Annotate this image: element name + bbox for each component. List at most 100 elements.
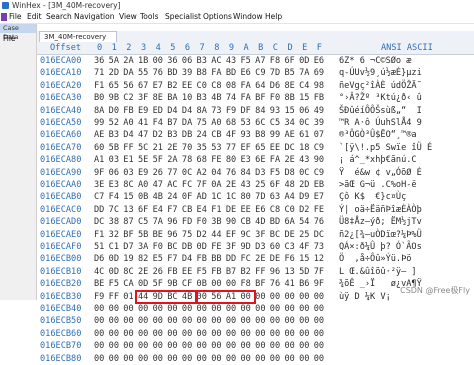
hex-row[interactable]: 016ECAD0 DC 38 87 C5 7A 96 FD F0 3B 90 CB 4D BD 6A 54 76… (37, 216, 474, 228)
hex-byte[interactable]: D3 (255, 167, 265, 179)
hex-byte[interactable]: 00 (255, 291, 265, 303)
row-ascii[interactable]: ®³ÔGÒ³Û$ËO“¸™®a (339, 129, 422, 141)
hex-byte[interactable]: 93 (270, 105, 280, 117)
hex-byte[interactable]: 7D (255, 191, 265, 203)
hex-byte[interactable]: 4C (94, 266, 104, 278)
hex-byte[interactable]: DF (241, 105, 251, 117)
hex-byte[interactable]: 00 (270, 353, 280, 365)
hex-byte[interactable]: 00 (138, 353, 148, 365)
hex-byte[interactable]: 2D (109, 67, 119, 79)
hex-byte[interactable]: F5 (241, 55, 251, 67)
row-ascii[interactable]: Ý| oä÷ËäñÞîæÈÀÒþ (339, 204, 422, 216)
hex-byte[interactable]: 0D (109, 266, 119, 278)
hex-byte[interactable]: 7F (197, 179, 207, 191)
hex-byte[interactable]: B3 (197, 92, 207, 104)
hex-byte[interactable]: 00 (197, 328, 207, 340)
hex-byte[interactable]: 7A (153, 216, 163, 228)
hex-byte[interactable]: FB (167, 266, 177, 278)
hex-byte[interactable]: E3 (109, 179, 119, 191)
hex-byte[interactable]: B3 (109, 129, 119, 141)
hex-byte[interactable]: 00 (211, 315, 221, 327)
hex-byte[interactable]: DB (182, 129, 192, 141)
hex-byte[interactable]: AC (211, 55, 221, 67)
hex-byte[interactable]: 76 (153, 67, 163, 79)
hex-row[interactable]: 016ECA40 8A D0 FB E9 ED D4 D4 8A 73 F9 DF 84 93 15 06 49… (37, 105, 474, 117)
hex-byte[interactable]: 00 (270, 303, 280, 315)
hex-byte[interactable]: C9 (314, 142, 324, 154)
hex-byte[interactable]: 84 (241, 167, 251, 179)
hex-byte[interactable]: BE (94, 278, 104, 290)
hex-byte[interactable]: 39 (314, 117, 324, 129)
hex-byte[interactable]: 53 (211, 142, 221, 154)
hex-byte[interactable]: 99 (94, 117, 104, 129)
hex-row[interactable]: 016ECB70 00 00 00 00 00 00 00 00 00 00 00 00 00 00 00 00 (37, 340, 474, 352)
hex-byte[interactable]: 2E (138, 266, 148, 278)
hex-byte[interactable]: FF (255, 266, 265, 278)
hex-byte[interactable]: 00 (182, 303, 192, 315)
hex-byte[interactable]: C5 (270, 117, 280, 129)
hex-byte[interactable]: DC (284, 142, 294, 154)
hex-byte[interactable]: BF (123, 229, 133, 241)
hex-byte[interactable]: 10 (182, 92, 192, 104)
hex-byte[interactable]: 36 (94, 55, 104, 67)
hex-byte[interactable]: 00 (255, 315, 265, 327)
hex-byte[interactable]: 00 (197, 340, 207, 352)
hex-byte[interactable]: C9 (314, 167, 324, 179)
hex-byte[interactable]: 43 (241, 179, 251, 191)
row-ascii[interactable]: ¡ á^_*xhþ€ãnú.C (339, 154, 417, 166)
hex-byte[interactable]: 90 (314, 154, 324, 166)
hex-byte[interactable]: 80 (226, 154, 236, 166)
row-ascii[interactable]: ñ2¿[¾–uÒDïœ?¼Þ%Ü (339, 229, 422, 241)
hex-byte[interactable]: FE (211, 241, 221, 253)
hex-byte[interactable]: C7 (94, 191, 104, 203)
hex-byte[interactable]: D3 (255, 241, 265, 253)
row-ascii[interactable]: °›Â?Žº ³Ktú¿ð‹ û (339, 92, 422, 104)
hex-byte[interactable]: 00 (314, 353, 324, 365)
hex-byte[interactable]: 41 (284, 278, 294, 290)
hex-byte[interactable]: F0 (270, 92, 280, 104)
hex-byte[interactable]: 19 (123, 253, 133, 265)
hex-byte[interactable]: 70 (182, 142, 192, 154)
hex-byte[interactable]: 00 (314, 315, 324, 327)
hex-byte[interactable]: D4 (182, 105, 192, 117)
hex-byte[interactable]: FC (241, 253, 251, 265)
hex-byte[interactable]: 1B (138, 55, 148, 67)
hex-byte[interactable]: FA (211, 67, 221, 79)
hex-byte[interactable]: 00 (123, 328, 133, 340)
hex-byte[interactable]: 3F (138, 92, 148, 104)
hex-byte[interactable]: 00 (138, 340, 148, 352)
hex-byte[interactable]: AC (167, 179, 177, 191)
hex-byte[interactable]: B2 (241, 266, 251, 278)
hex-byte[interactable]: CB (241, 216, 251, 228)
hex-byte[interactable]: E7 (314, 191, 324, 203)
row-ascii[interactable]: Ö ‚å÷Ôû»Ýü.Þö (339, 253, 411, 265)
hex-byte[interactable]: DD (94, 204, 104, 216)
hex-row[interactable]: 016ECA20 F1 65 56 67 E7 B2 EE C0 C8 08 FA 64 D6 8E C4 98… (37, 80, 474, 92)
hex-byte[interactable]: 00 (182, 353, 192, 365)
hex-byte[interactable]: DA (123, 67, 133, 79)
hex-byte[interactable]: 00 (182, 340, 192, 352)
hex-byte[interactable]: 00 (138, 303, 148, 315)
hex-byte[interactable]: 63 (270, 191, 280, 203)
hex-byte[interactable]: 48 (284, 179, 294, 191)
hex-byte[interactable]: 04 (211, 167, 221, 179)
menu-navigation[interactable]: Navigation (74, 11, 114, 23)
hex-byte[interactable]: 00 (226, 353, 236, 365)
hex-byte[interactable]: C0 (197, 80, 207, 92)
hex-byte[interactable]: A0 (138, 179, 148, 191)
hex-byte[interactable]: F7 (167, 204, 177, 216)
hex-byte[interactable]: DD (226, 253, 236, 265)
hex-byte[interactable]: 6F (270, 179, 280, 191)
hex-byte[interactable]: 60 (270, 241, 280, 253)
hex-byte[interactable]: 25 (299, 229, 309, 241)
hex-byte[interactable]: 4B (153, 191, 163, 203)
hex-byte[interactable]: 00 (226, 315, 236, 327)
hex-byte[interactable]: 47 (153, 179, 163, 191)
hex-byte[interactable]: 00 (153, 328, 163, 340)
hex-byte[interactable]: DE (226, 204, 236, 216)
hex-byte[interactable]: F0 (153, 241, 163, 253)
hex-byte[interactable]: 73 (211, 105, 221, 117)
hex-byte[interactable]: 00 (94, 353, 104, 365)
hex-byte[interactable]: 00 (299, 328, 309, 340)
menu-view[interactable]: View (119, 11, 137, 23)
